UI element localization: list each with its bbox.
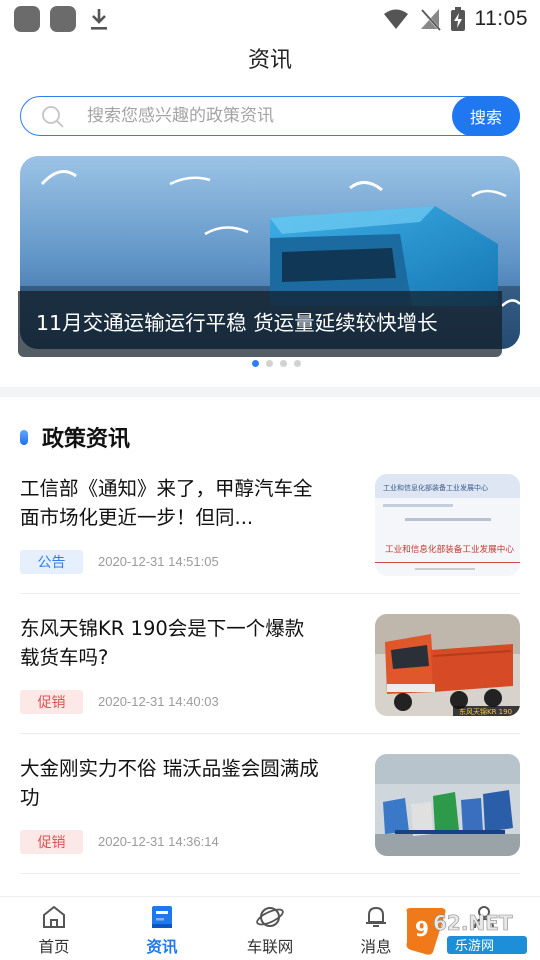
news-timestamp: 2020-12-31 14:40:03 — [98, 694, 219, 709]
app-notification-icon — [14, 6, 40, 32]
news-title[interactable]: 大金刚实力不俗 瑞沃品鉴会圆满成功 — [20, 754, 320, 812]
news-item[interactable]: 工信部《通知》来了，甲醇汽车全面市场化更近一步！但同... 公告 2020-12… — [0, 474, 540, 614]
svg-text:乐游网: 乐游网 — [455, 939, 494, 954]
svg-text:62.NET: 62.NET — [433, 911, 513, 935]
thumbnail-body-text: 工业和信息化部装备工业发展中心 — [385, 543, 514, 555]
page-title: 资讯 — [247, 48, 292, 73]
news-thumbnail[interactable] — [375, 754, 520, 856]
carousel-indicator — [0, 360, 540, 367]
section-title: 政策资讯 — [42, 427, 131, 452]
search-button[interactable]: 搜索 — [452, 96, 520, 136]
app-notification-icon — [50, 6, 76, 32]
site-watermark-logo: 9 62.NET 乐游网 — [406, 908, 527, 955]
news-title[interactable]: 工信部《通知》来了，甲醇汽车全面市场化更近一步！但同... — [20, 474, 320, 532]
thumbnail-header-text: 工业和信息化部装备工业发展中心 — [383, 483, 488, 492]
clock: 11:05 — [474, 7, 528, 30]
news-tag: 促销 — [20, 690, 83, 714]
news-thumbnail[interactable]: 东风天锦KR 190 — [375, 614, 520, 716]
search-icon — [42, 106, 64, 128]
news-timestamp: 2020-12-31 14:51:05 — [98, 554, 219, 569]
news-thumbnail[interactable]: 工业和信息化部装备工业发展中心 工业和信息化部装备工业发展中心 — [375, 474, 520, 576]
search-bar: 搜索 — [20, 96, 520, 136]
download-icon — [91, 9, 107, 30]
news-tag: 促销 — [20, 830, 83, 854]
thumbnail-label: 东风天锦KR 190 — [459, 707, 512, 716]
wifi-icon — [383, 9, 408, 29]
nav-label: 资讯 — [146, 938, 178, 956]
battery-charging-icon — [450, 7, 465, 31]
section-header: 政策资讯 — [20, 420, 130, 454]
nav-label: 首页 — [38, 938, 70, 956]
news-tag: 公告 — [20, 550, 83, 574]
news-separator — [20, 593, 520, 594]
news-icon — [152, 906, 172, 928]
section-bullet-icon — [20, 429, 28, 445]
document-thumbnail-image: 工业和信息化部装备工业发展中心 工业和信息化部装备工业发展中心 — [375, 474, 520, 576]
nav-item-news[interactable]: 资讯 — [112, 897, 212, 960]
carousel-dot[interactable] — [279, 360, 287, 367]
bell-icon — [366, 906, 386, 927]
carousel-dot[interactable] — [293, 360, 301, 367]
status-bar: 11:05 — [0, 0, 540, 38]
trucks-event-thumbnail-image — [375, 754, 520, 856]
carousel-dot[interactable] — [251, 360, 259, 367]
home-icon — [43, 905, 65, 928]
truck-thumbnail-image: 东风天锦KR 190 — [375, 614, 520, 716]
svg-text:9: 9 — [415, 917, 429, 941]
planet-icon — [256, 907, 284, 927]
nav-label: 车联网 — [246, 938, 294, 956]
banner-caption[interactable]: 11月交通运输运行平稳 货运量延续较快增长 — [36, 306, 506, 336]
news-separator — [20, 733, 520, 734]
news-item[interactable]: 东风天锦KR 190会是下一个爆款载货车吗? 促销 2020-12-31 14:… — [0, 614, 540, 754]
no-signal-icon — [419, 8, 441, 31]
news-item[interactable]: 大金刚实力不俗 瑞沃品鉴会圆满成功 促销 2020-12-31 14:36:14 — [0, 754, 540, 894]
nav-item-iov[interactable]: 车联网 — [220, 897, 320, 960]
carousel-dot[interactable] — [265, 360, 273, 367]
news-title[interactable]: 东风天锦KR 190会是下一个爆款载货车吗? — [20, 614, 320, 672]
news-separator — [20, 873, 520, 874]
nav-item-home[interactable]: 首页 — [4, 897, 104, 960]
section-divider — [0, 387, 540, 397]
news-timestamp: 2020-12-31 14:36:14 — [98, 834, 219, 849]
search-input[interactable] — [87, 101, 447, 131]
